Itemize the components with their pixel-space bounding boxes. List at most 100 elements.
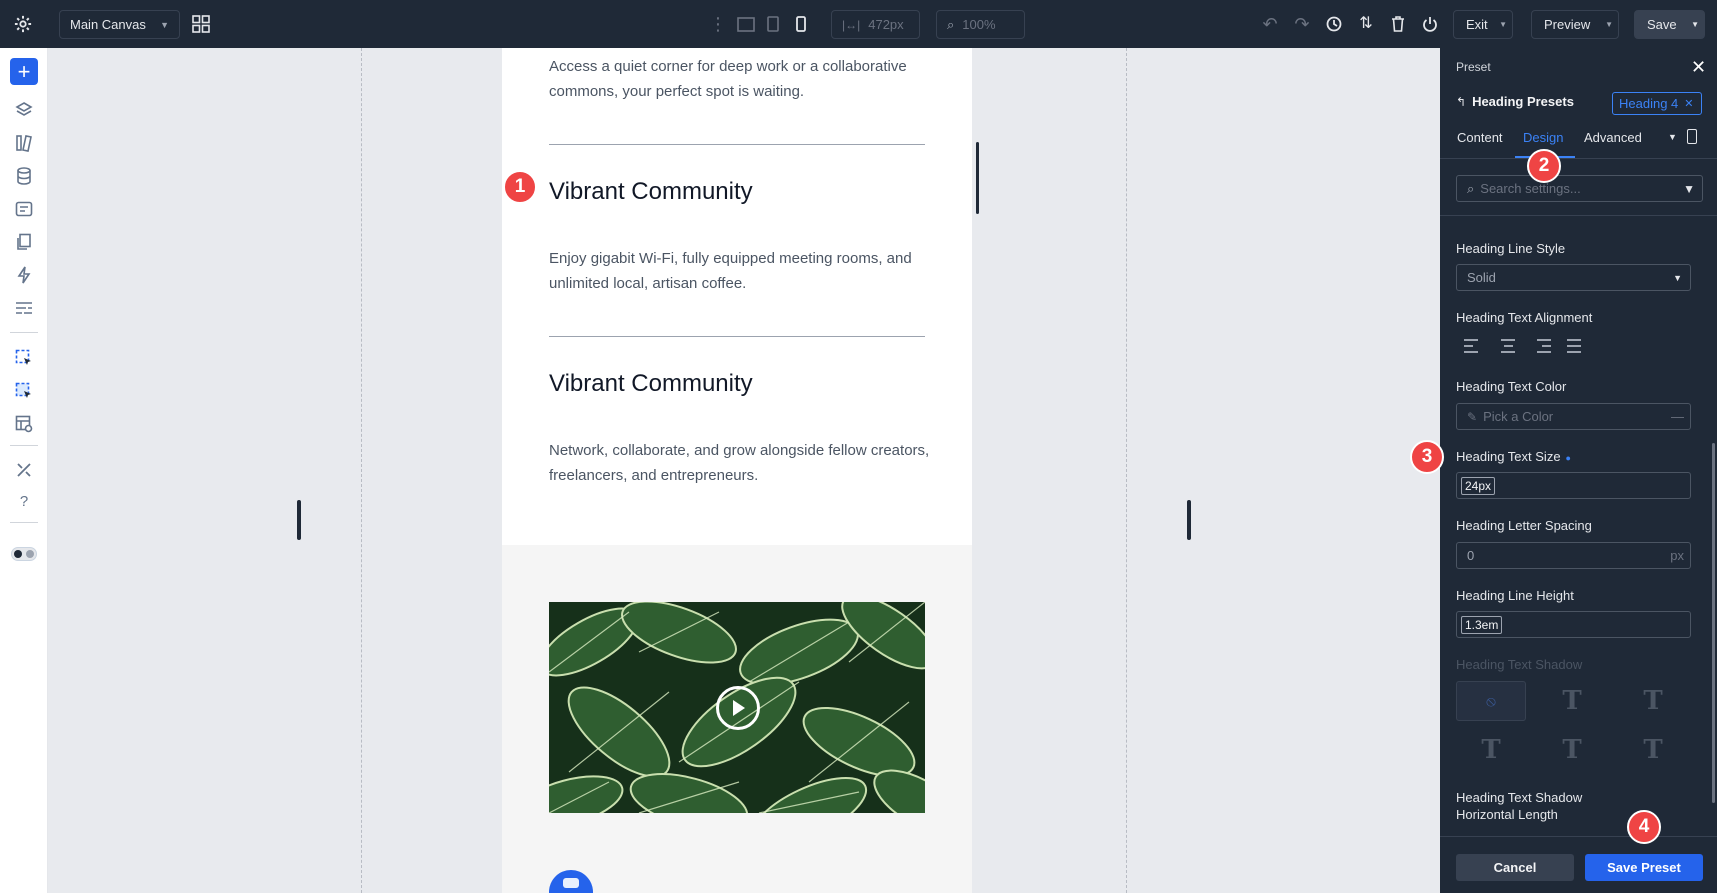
- eyedropper-icon: ✎: [1467, 409, 1478, 424]
- sections-icon[interactable]: [12, 296, 36, 320]
- width-arrows-icon: |↔|: [842, 17, 861, 32]
- toggle-knob-secondary-icon: [26, 550, 34, 558]
- left-resize-handle[interactable]: [297, 500, 301, 540]
- toolbar-divider: [10, 332, 38, 333]
- step-badge-4: 4: [1627, 810, 1661, 844]
- shadow-none-option[interactable]: ⦸: [1456, 681, 1526, 721]
- shadow-preset-1[interactable]: T: [1537, 681, 1607, 721]
- desktop-view-icon[interactable]: [735, 14, 757, 34]
- back-to-presets-link[interactable]: ↰ Heading Presets: [1456, 94, 1574, 109]
- panel-search-divider: [1440, 215, 1717, 216]
- lightning-icon[interactable]: [12, 263, 36, 287]
- preview-chevron-icon: ▼: [1605, 20, 1613, 29]
- step-badge-2: 2: [1527, 149, 1561, 183]
- trash-icon[interactable]: [1388, 14, 1408, 34]
- search-placeholder: Search settings...: [1480, 181, 1581, 196]
- align-center-icon[interactable]: [1499, 339, 1517, 353]
- pages-icon[interactable]: [12, 230, 36, 254]
- sort-arrows-icon[interactable]: ⇅: [1356, 14, 1376, 34]
- shadow-preset-2[interactable]: T: [1618, 681, 1688, 721]
- canvas-selector-label: Main Canvas: [70, 17, 146, 32]
- more-vertical-icon[interactable]: ⋮: [709, 14, 727, 34]
- library-icon[interactable]: [12, 131, 36, 155]
- text-color-label: Heading Text Color: [1456, 379, 1567, 394]
- tab-content[interactable]: Content: [1457, 130, 1503, 145]
- help-icon[interactable]: ?: [12, 489, 36, 513]
- toggle-knob-icon: [14, 550, 22, 558]
- letter-spacing-unit: px: [1670, 548, 1684, 563]
- filter-icon[interactable]: ▼: [1683, 182, 1695, 196]
- settings-gear-icon[interactable]: [12, 14, 34, 34]
- heading-vibrant-community-2[interactable]: Vibrant Community: [549, 368, 753, 399]
- form-icon[interactable]: [12, 197, 36, 221]
- align-right-icon[interactable]: [1533, 339, 1551, 353]
- save-preset-button[interactable]: Save Preset: [1585, 854, 1703, 881]
- line-height-input[interactable]: 1.3em: [1456, 611, 1691, 638]
- tablet-view-icon[interactable]: [764, 14, 782, 34]
- select-element-icon[interactable]: [12, 346, 36, 370]
- paragraph-text: Enjoy gigabit Wi-Fi, fully equipped meet…: [549, 250, 912, 292]
- align-left-icon[interactable]: [1464, 339, 1482, 353]
- phone-view-icon[interactable]: [792, 14, 810, 34]
- canvas-scrollbar[interactable]: [976, 142, 979, 214]
- letter-spacing-input[interactable]: 0 px: [1456, 542, 1691, 569]
- canvas-width-field[interactable]: |↔| 472px: [831, 10, 920, 39]
- shadow-preset-4[interactable]: T: [1537, 730, 1607, 770]
- divider-line: [549, 144, 925, 145]
- chip-close-icon[interactable]: ✕: [1684, 97, 1693, 110]
- canvas-selector-dropdown[interactable]: Main Canvas ▼: [59, 10, 180, 39]
- theme-toggle[interactable]: [11, 547, 37, 561]
- search-settings-input[interactable]: ⌕ Search settings... ▼: [1456, 175, 1703, 202]
- text-color-picker[interactable]: ✎ Pick a Color —: [1456, 403, 1691, 430]
- add-element-button[interactable]: +: [10, 58, 38, 85]
- page-preview: Access a quiet corner for deep work or a…: [502, 48, 972, 893]
- text-size-label: Heading Text Size ●: [1456, 449, 1571, 464]
- tab-advanced[interactable]: Advanced: [1584, 130, 1642, 145]
- history-icon[interactable]: [1324, 14, 1344, 34]
- tools-icon[interactable]: [12, 458, 36, 482]
- color-reset-dash[interactable]: —: [1671, 409, 1684, 424]
- right-resize-handle[interactable]: [1187, 500, 1191, 540]
- tabs-divider: [1440, 158, 1717, 159]
- tab-design[interactable]: Design: [1523, 130, 1563, 145]
- preset-chip[interactable]: Heading 4 ✕: [1612, 92, 1702, 115]
- close-icon[interactable]: ✕: [1691, 57, 1706, 78]
- zoom-field[interactable]: ⌕ 100%: [936, 10, 1025, 39]
- video-player[interactable]: [549, 602, 925, 813]
- no-shadow-icon: ⦸: [1486, 692, 1496, 710]
- save-button[interactable]: Save ▼: [1634, 10, 1705, 39]
- play-button[interactable]: [716, 686, 760, 730]
- shadow-preset-5[interactable]: T: [1618, 730, 1688, 770]
- responsive-phone-icon[interactable]: [1687, 129, 1697, 144]
- template-settings-icon[interactable]: [12, 412, 36, 436]
- text-size-input[interactable]: 24px: [1456, 472, 1691, 499]
- search-icon: ⌕: [1467, 180, 1475, 196]
- shadow-preset-3[interactable]: T: [1456, 730, 1526, 770]
- cancel-button[interactable]: Cancel: [1456, 854, 1574, 881]
- select-chevron-icon: ▼: [1673, 272, 1682, 283]
- preview-button[interactable]: Preview ▼: [1531, 10, 1619, 39]
- exit-button[interactable]: Exit ▼: [1453, 10, 1513, 39]
- panel-scrollbar[interactable]: [1712, 443, 1715, 803]
- canvas-guide-line: [1126, 48, 1127, 893]
- line-style-select[interactable]: Solid ▼: [1456, 264, 1691, 291]
- layers-icon[interactable]: [12, 98, 36, 122]
- text-size-value: 24px: [1461, 476, 1496, 495]
- zoom-search-icon: ⌕: [947, 16, 955, 32]
- paragraph-text: Access a quiet corner for deep work or a…: [549, 58, 907, 100]
- undo-icon[interactable]: ↶: [1260, 14, 1280, 34]
- power-icon[interactable]: [1420, 14, 1440, 34]
- align-justify-icon[interactable]: [1567, 339, 1585, 353]
- tabs-more-chevron-icon[interactable]: ▼: [1668, 132, 1677, 142]
- heading-vibrant-community[interactable]: Vibrant Community: [549, 176, 753, 207]
- save-label: Save: [1647, 17, 1677, 32]
- panel-title: Preset: [1456, 60, 1491, 74]
- preview-label: Preview: [1544, 17, 1591, 32]
- modified-dot-icon: ●: [1565, 453, 1571, 463]
- grid-layout-icon[interactable]: [190, 14, 212, 34]
- redo-icon[interactable]: ↷: [1292, 14, 1312, 34]
- zoom-value: 100%: [962, 17, 996, 32]
- database-icon[interactable]: [12, 164, 36, 188]
- select-multiple-icon[interactable]: [12, 379, 36, 403]
- back-label: Heading Presets: [1472, 94, 1574, 109]
